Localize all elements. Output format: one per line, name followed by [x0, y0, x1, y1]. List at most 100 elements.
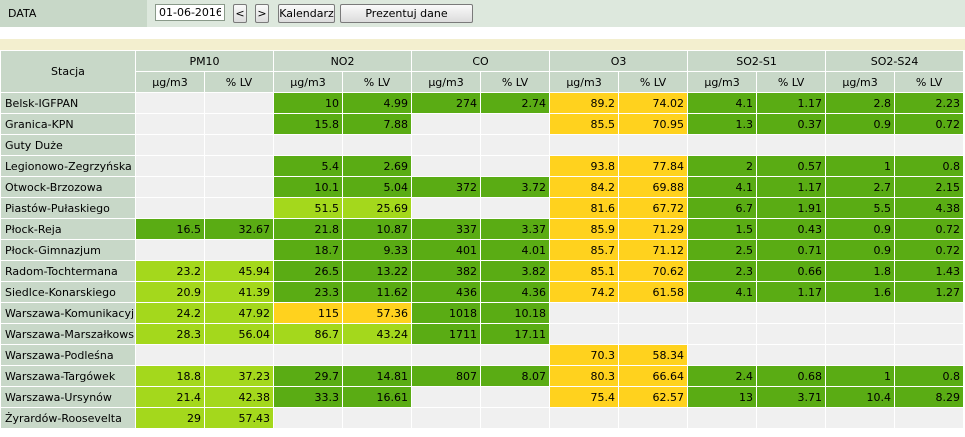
concentration-cell: 75.4 — [549, 386, 620, 408]
concentration-cell — [411, 113, 482, 135]
concentration-cell: 401 — [411, 239, 482, 261]
concentration-cell: 4.1 — [687, 176, 758, 198]
concentration-cell — [135, 176, 205, 198]
station-name: Płock-Gimnazjum — [0, 239, 136, 261]
table-header-units: µg/m3% LV µg/m3% LV µg/m3% LV µg/m3% LV µg/m… — [1, 71, 965, 93]
lv-header: % LV — [341, 71, 413, 93]
lv-percent-cell: 67.72 — [618, 197, 689, 219]
concentration-cell: 436 — [411, 281, 482, 303]
table-row: Guty Duże — [0, 134, 965, 156]
lv-header: % LV — [480, 71, 551, 93]
station-name: Warszawa-Komunikacyjna — [0, 302, 136, 324]
date-input[interactable] — [155, 4, 225, 21]
unit-header: µg/m3 — [825, 71, 896, 93]
concentration-cell — [273, 407, 343, 429]
info-band — [0, 39, 965, 50]
station-name: Siedlce-Konarskiego — [0, 281, 136, 303]
concentration-cell — [549, 323, 620, 345]
lv-percent-cell: 42.38 — [204, 386, 274, 408]
lv-percent-cell: 58.34 — [618, 344, 689, 366]
concentration-cell: 29 — [135, 407, 205, 429]
lv-percent-cell — [204, 155, 274, 177]
lv-percent-cell: 11.62 — [341, 281, 413, 303]
table-row: Siedlce-Konarskiego 20.9 41.39 23.3 11.62 436… — [0, 281, 965, 303]
concentration-cell: 89.2 — [549, 92, 620, 114]
concentration-cell: 6.7 — [687, 197, 758, 219]
concentration-cell: 23.3 — [273, 281, 343, 303]
concentration-cell: 382 — [411, 260, 482, 282]
previous-day-button[interactable]: < — [233, 4, 247, 23]
lv-percent-cell: 1.17 — [756, 281, 827, 303]
next-day-button[interactable]: > — [255, 4, 269, 23]
lv-percent-cell — [480, 407, 551, 429]
station-name: Warszawa-Ursynów — [0, 386, 136, 408]
concentration-cell: 85.5 — [549, 113, 620, 135]
lv-percent-cell: 25.69 — [341, 197, 413, 219]
lv-percent-cell: 1.17 — [756, 176, 827, 198]
concentration-cell: 2 — [687, 155, 758, 177]
lv-percent-cell: 16.61 — [341, 386, 413, 408]
group-header: CO — [411, 50, 551, 72]
lv-percent-cell — [204, 344, 274, 366]
concentration-cell — [135, 239, 205, 261]
group-header: PM10 — [135, 50, 274, 72]
concentration-cell — [549, 407, 620, 429]
table-row: Belsk-IGFPAN 10 4.99 274 2.74 89.2 74.02 4.1 1.1… — [0, 92, 965, 114]
lv-percent-cell — [756, 323, 827, 345]
table-row: Warszawa-Targówek 18.8 37.23 29.7 14.81 807 8.… — [0, 365, 965, 387]
lv-percent-cell — [756, 407, 827, 429]
measurements-table: Stacja PM10 NO2 CO O3 SO2-S1 SO2-S24 µg/m3% L… — [0, 50, 965, 429]
concentration-cell — [411, 197, 482, 219]
concentration-cell: 2.4 — [687, 365, 758, 387]
concentration-cell: 1018 — [411, 302, 482, 324]
station-name: Warszawa-Podleśna — [0, 344, 136, 366]
concentration-cell — [825, 134, 896, 156]
concentration-cell — [687, 407, 758, 429]
lv-percent-cell: 70.95 — [618, 113, 689, 135]
unit-header: µg/m3 — [411, 71, 482, 93]
lv-percent-cell — [480, 197, 551, 219]
concentration-cell: 2.3 — [687, 260, 758, 282]
concentration-cell: 1.8 — [825, 260, 896, 282]
lv-percent-cell — [894, 344, 965, 366]
group-header: NO2 — [272, 50, 413, 72]
concentration-cell: 28.3 — [135, 323, 205, 345]
concentration-cell: 1 — [825, 155, 896, 177]
lv-percent-cell: 0.72 — [894, 113, 965, 135]
concentration-cell — [687, 323, 758, 345]
station-name: Warszawa-Marszałkowska — [0, 323, 136, 345]
lv-percent-cell: 0.72 — [894, 218, 965, 240]
concentration-cell: 33.3 — [273, 386, 343, 408]
concentration-cell: 86.7 — [273, 323, 343, 345]
show-data-button[interactable]: Prezentuj dane — [340, 4, 473, 23]
concentration-cell: 18.8 — [135, 365, 205, 387]
concentration-cell: 4.1 — [687, 92, 758, 114]
lv-percent-cell: 2.15 — [894, 176, 965, 198]
lv-percent-cell — [618, 302, 689, 324]
table-row: Radom-Tochtermana 23.2 45.94 26.5 13.22 382 3.… — [0, 260, 965, 282]
lv-percent-cell — [618, 134, 689, 156]
calendar-button[interactable]: Kalendarz — [278, 4, 335, 23]
lv-percent-cell: 0.71 — [756, 239, 827, 261]
concentration-cell — [825, 302, 896, 324]
lv-percent-cell: 0.8 — [894, 365, 965, 387]
lv-percent-cell: 0.72 — [894, 239, 965, 261]
lv-percent-cell — [756, 302, 827, 324]
concentration-cell: 18.7 — [273, 239, 343, 261]
table-row: Płock-Reja 16.5 32.67 21.8 10.87 337 3.37 85.9 7… — [0, 218, 965, 240]
concentration-cell: 16.5 — [135, 218, 205, 240]
table-row: Płock-Gimnazjum 18.7 9.33 401 4.01 85.7 71.12 2… — [0, 239, 965, 261]
concentration-cell: 1711 — [411, 323, 482, 345]
concentration-cell: 80.3 — [549, 365, 620, 387]
group-header: SO2-S24 — [825, 50, 965, 72]
concentration-cell: 1 — [825, 365, 896, 387]
lv-percent-cell: 70.62 — [618, 260, 689, 282]
lv-percent-cell: 9.33 — [341, 239, 413, 261]
concentration-cell: 85.9 — [549, 218, 620, 240]
table-row: Granica-KPN 15.8 7.88 85.5 70.95 1.3 0.37 0.9 0.… — [0, 113, 965, 135]
concentration-cell: 0.9 — [825, 239, 896, 261]
lv-percent-cell — [204, 197, 274, 219]
date-controls-area — [147, 0, 965, 27]
lv-percent-cell: 1.17 — [756, 92, 827, 114]
concentration-cell: 337 — [411, 218, 482, 240]
